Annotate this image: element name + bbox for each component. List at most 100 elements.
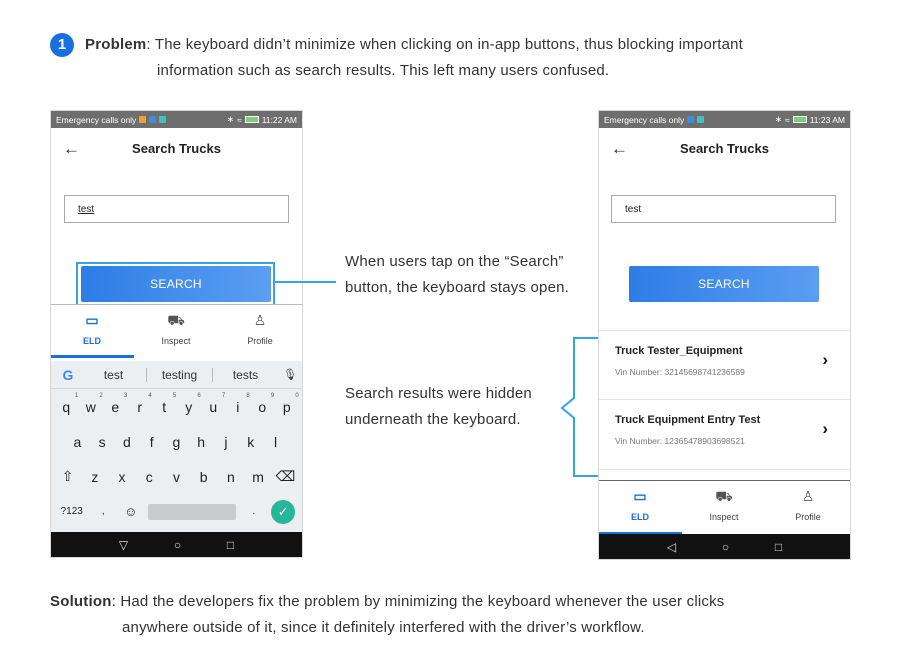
- status-bar: Emergency calls only ∗ ≈ 11:22 AM: [51, 111, 302, 128]
- comma-key[interactable]: ,: [93, 506, 113, 517]
- eld-icon: ▭: [633, 488, 647, 504]
- key-g[interactable]: g: [166, 434, 186, 450]
- chevron-right-icon: ›: [822, 419, 828, 438]
- on-screen-keyboard: G test testing tests 🎙 q1 w2 e3 r4 t5 y6…: [51, 361, 302, 533]
- key-j[interactable]: j: [216, 434, 236, 450]
- list-item[interactable]: Truck Equipment Entry Test Vin Number: 1…: [599, 400, 850, 470]
- suggestion-item[interactable]: test: [81, 368, 146, 382]
- page-title: Search Trucks: [132, 141, 221, 156]
- result-title: Truck Tester_Equipment: [615, 345, 743, 357]
- list-item[interactable]: Truck Tester_Equipment Vin Number: 32145…: [599, 330, 850, 400]
- solution-text: : Had the developers fix the problem by …: [111, 593, 725, 610]
- key-c[interactable]: c: [139, 469, 159, 485]
- key-t[interactable]: t5: [154, 393, 176, 415]
- key-w[interactable]: w2: [81, 393, 103, 415]
- key-d[interactable]: d: [117, 434, 137, 450]
- back-triangle-icon[interactable]: ▽: [119, 538, 128, 552]
- problem-text: : The keyboard didn’t minimize when clic…: [146, 36, 744, 53]
- home-circle-icon[interactable]: ○: [174, 538, 181, 552]
- truck-inspect-icon: ⛟: [167, 312, 185, 328]
- wifi-icon: ≈: [237, 114, 242, 125]
- key-x[interactable]: x: [112, 469, 132, 485]
- key-k[interactable]: k: [241, 434, 261, 450]
- back-triangle-icon[interactable]: ◁: [667, 540, 676, 554]
- nav-item-inspect[interactable]: ⛟ Inspect: [689, 488, 759, 522]
- nav-item-profile[interactable]: ♙ Profile: [225, 312, 295, 346]
- key-b[interactable]: b: [194, 469, 214, 485]
- nav-active-indicator: [51, 355, 134, 358]
- key-i[interactable]: i8: [228, 393, 250, 415]
- key-f[interactable]: f: [142, 434, 162, 450]
- spacebar-key[interactable]: [148, 503, 237, 520]
- solution-text-line2: anywhere outside of it, since it definit…: [122, 619, 645, 636]
- keyboard-row-1: q1 w2 e3 r4 t5 y6 u7 i8 o9 p0: [51, 389, 302, 424]
- key-e[interactable]: e3: [105, 393, 127, 415]
- search-input-value: test: [625, 204, 642, 215]
- page-title: Search Trucks: [680, 141, 769, 156]
- key-r[interactable]: r4: [130, 393, 151, 415]
- nav-label: Profile: [247, 336, 273, 346]
- status-carrier-text: Emergency calls only: [56, 114, 137, 125]
- result-vin: Vin Number: 32145698741236589: [615, 367, 745, 377]
- solution-label: Solution: [50, 593, 112, 610]
- google-logo-icon[interactable]: G: [55, 367, 81, 383]
- suggestion-item[interactable]: testing: [147, 368, 212, 382]
- search-input[interactable]: test: [64, 195, 289, 223]
- nav-label: Profile: [795, 512, 821, 522]
- shift-icon[interactable]: ⇧: [58, 468, 78, 485]
- key-a[interactable]: a: [67, 434, 87, 450]
- keyboard-row-2: a s d f g h j k l: [51, 424, 302, 459]
- status-bar: Emergency calls only ∗ ≈ 11:23 AM: [599, 111, 850, 128]
- enter-check-icon[interactable]: ✓: [271, 499, 296, 524]
- status-time: 11:22 AM: [261, 114, 297, 125]
- recents-square-icon[interactable]: □: [775, 540, 782, 554]
- emoji-icon[interactable]: ☺: [121, 504, 141, 519]
- problem-label: Problem: [85, 36, 147, 53]
- key-h[interactable]: h: [191, 434, 211, 450]
- keyboard-suggestion-bar: G test testing tests 🎙: [51, 361, 302, 389]
- app-bar: ← Search Trucks: [51, 128, 302, 170]
- problem-text-line2: information such as search results. This…: [157, 62, 610, 79]
- microphone-icon[interactable]: 🎙: [278, 368, 302, 381]
- nav-item-inspect[interactable]: ⛟ Inspect: [141, 312, 211, 346]
- notification-icon: [687, 116, 695, 123]
- key-u[interactable]: u7: [203, 393, 225, 415]
- key-s[interactable]: s: [92, 434, 112, 450]
- key-o[interactable]: o9: [252, 393, 274, 415]
- key-z[interactable]: z: [85, 469, 105, 485]
- search-button[interactable]: SEARCH: [629, 266, 819, 302]
- app-bar: ← Search Trucks: [599, 128, 850, 170]
- person-icon: ♙: [253, 312, 267, 328]
- battery-icon: [244, 116, 259, 123]
- search-button-highlight: [76, 262, 275, 306]
- notification-icon: [159, 116, 167, 123]
- key-p[interactable]: p0: [277, 393, 299, 415]
- bluetooth-icon: ∗: [226, 114, 235, 124]
- nav-item-profile[interactable]: ♙ Profile: [773, 488, 843, 522]
- nav-item-eld[interactable]: ▭ ELD: [57, 312, 127, 346]
- left-phone-screenshot: Emergency calls only ∗ ≈ 11:22 AM ← Sear…: [50, 110, 303, 558]
- symbols-key[interactable]: ?123: [58, 506, 86, 517]
- suggestion-item[interactable]: tests: [213, 368, 278, 382]
- truck-inspect-icon: ⛟: [715, 488, 733, 504]
- solution-text-line1: Solution: Had the developers fix the pro…: [50, 593, 724, 610]
- note-keyboard-stays-open: When users tap on the “Search” button, t…: [345, 253, 570, 296]
- key-n[interactable]: n: [221, 469, 241, 485]
- wifi-icon: ≈: [785, 114, 790, 125]
- period-key[interactable]: .: [244, 506, 264, 517]
- key-v[interactable]: v: [166, 469, 186, 485]
- bottom-nav: ▭ ELD ⛟ Inspect ♙ Profile: [599, 480, 850, 532]
- bottom-nav: ▭ ELD ⛟ Inspect ♙ Profile: [51, 304, 302, 359]
- key-q[interactable]: q1: [56, 393, 78, 415]
- keyboard-row-3: ⇧ z x c v b n m ⌫: [51, 459, 302, 494]
- search-input[interactable]: test: [611, 195, 836, 223]
- key-y[interactable]: y6: [179, 393, 201, 415]
- key-m[interactable]: m: [248, 469, 268, 485]
- key-l[interactable]: l: [266, 434, 286, 450]
- nav-item-eld[interactable]: ▭ ELD: [605, 488, 675, 522]
- backspace-icon[interactable]: ⌫: [275, 468, 295, 485]
- recents-square-icon[interactable]: □: [227, 538, 234, 552]
- notification-icon: [697, 116, 705, 123]
- search-input-value: test: [78, 204, 95, 215]
- home-circle-icon[interactable]: ○: [722, 540, 729, 554]
